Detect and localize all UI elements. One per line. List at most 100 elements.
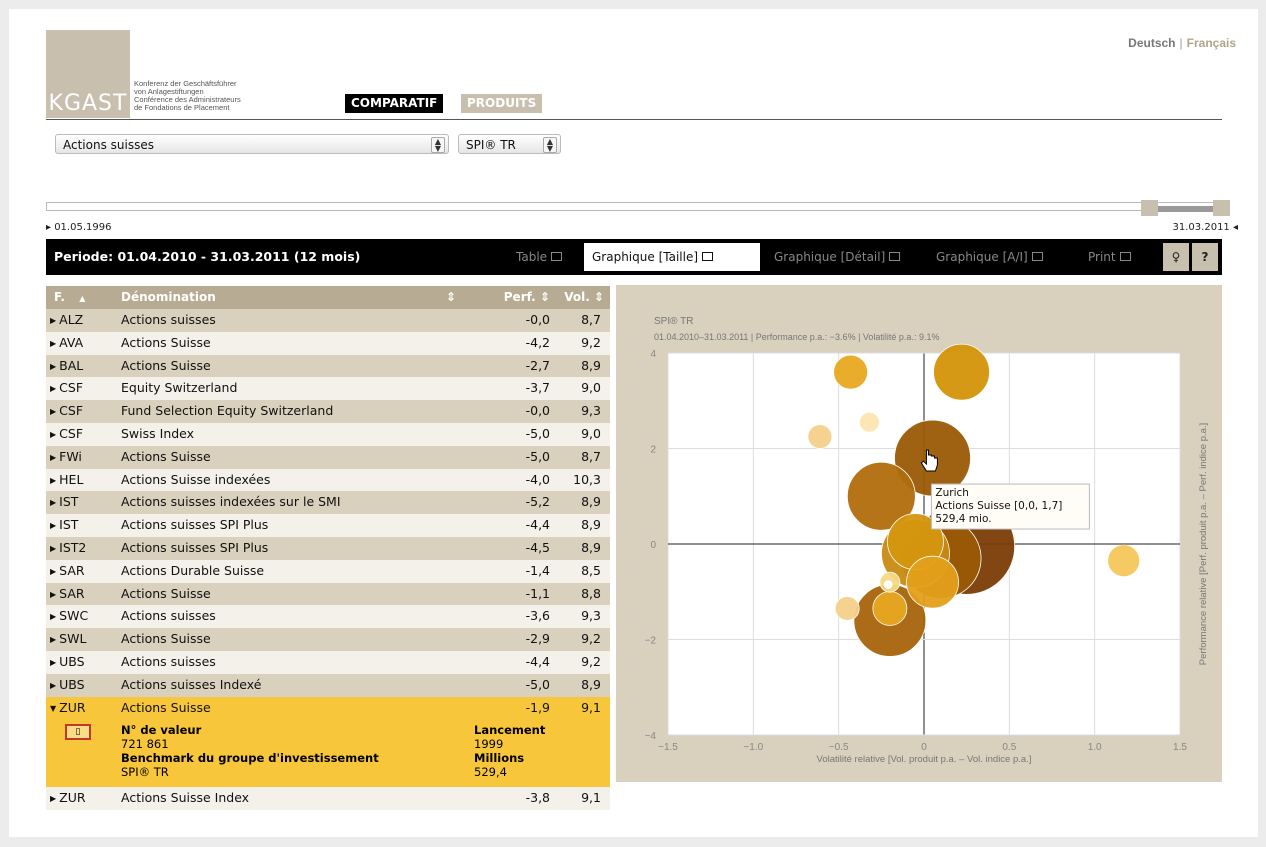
row-perf: -4,2 <box>525 334 550 350</box>
y-tick-label: 2 <box>650 445 656 456</box>
detail-value: SPI® TR <box>121 765 169 780</box>
table-row[interactable]: ▶ CSF Fund Selection Equity Switzerland -0,… <box>46 400 610 423</box>
table-row[interactable]: ▶ SWC Actions suisses -3,6 9,3 <box>46 605 610 629</box>
tab-table[interactable]: Table <box>508 243 570 271</box>
row-code: ▶ SWL <box>50 628 86 653</box>
expand-icon: ▶ <box>50 612 57 622</box>
expand-icon: ▶ <box>50 794 57 804</box>
timeline-end-handle[interactable] <box>1213 200 1230 216</box>
table-row[interactable]: ▶ BAL Actions Suisse -2,7 8,9 <box>46 354 610 378</box>
table-row[interactable]: ▶ IST2 Actions suisses SPI Plus -4,5 8,9 <box>46 536 610 562</box>
table-row[interactable]: ▶ SWL Actions Suisse -2,9 9,2 <box>46 628 610 651</box>
timeline-start-handle[interactable] <box>1141 200 1158 216</box>
table-row[interactable]: ▶ IST Actions suisses SPI Plus -4,4 8,9 <box>46 514 610 537</box>
expand-icon: ▶ <box>50 407 57 417</box>
row-vol: 8,7 <box>581 312 601 327</box>
table-row[interactable]: ▼ ZUR Actions Suisse -1,9 9,1 <box>46 696 610 722</box>
sort-icon[interactable]: ⇕ <box>446 286 456 309</box>
table-body: ▶ ALZ Actions suisses -0,0 8,7 ▶ AVA Actions Su… <box>46 309 610 722</box>
category-select[interactable]: Actions suisses ▲ ▼ <box>55 134 449 154</box>
x-tick-label: 1.0 <box>1088 742 1102 753</box>
x-tick-label: −1.0 <box>743 742 763 753</box>
x-axis-label: Volatilité relative [Vol. produit p.a. –… <box>817 754 1032 765</box>
row-perf: -1,1 <box>525 585 550 601</box>
benchmark-select[interactable]: SPI® TR ▲ ▼ <box>458 134 561 154</box>
row-code: ▼ ZUR <box>50 697 86 722</box>
tab-print[interactable]: Print <box>1080 243 1139 271</box>
table-row[interactable]: ▶ CSF Swiss Index -5,0 9,0 <box>46 422 610 446</box>
bubble-chart-panel: −1.5 −1.0 −0.5 0 0.5 1.0 1.5 4 2 0 −2 −4 SPI® TR 01.0… <box>616 285 1222 782</box>
select-arrows-icon: ▲ ▼ <box>543 137 557 153</box>
row-perf: -2,7 <box>525 357 550 373</box>
tab-graphique-taille[interactable]: Graphique [Taille] <box>584 243 760 271</box>
bubble <box>858 411 880 433</box>
help-button[interactable]: ? <box>1192 243 1218 271</box>
table-row[interactable]: ▶ ALZ Actions suisses -0,0 8,7 <box>46 309 610 332</box>
lang-link-francais[interactable]: Français <box>1187 36 1236 50</box>
row-code-text: SAR <box>59 562 85 578</box>
col-header-label: F. <box>54 290 65 304</box>
row-vol: 8,7 <box>581 448 601 464</box>
row-perf: -0,0 <box>525 312 550 327</box>
row-name: Actions Suisse <box>121 448 211 464</box>
nav-tab-produits[interactable]: PRODUITS <box>461 94 543 113</box>
table-row[interactable]: ▶ SAR Actions Durable Suisse -1,4 8,5 <box>46 559 610 583</box>
row-vol: 8,5 <box>581 562 601 578</box>
row-vol: 9,3 <box>581 403 601 419</box>
expand-icon: ▶ <box>50 429 57 439</box>
row-perf: -4,0 <box>525 471 550 487</box>
tab-graphique-detail[interactable]: Graphique [Détail] <box>766 243 908 271</box>
row-vol: 8,9 <box>581 357 601 373</box>
table-row[interactable]: ▶ CSF Equity Switzerland -3,7 9,0 <box>46 377 610 401</box>
col-header-perf[interactable]: Perf. ⇕ <box>504 286 550 309</box>
x-tick-label: 1.5 <box>1173 742 1187 753</box>
bubble-chart: −1.5 −1.0 −0.5 0 0.5 1.0 1.5 4 2 0 −2 −4 SPI® TR 01.0… <box>645 316 1209 765</box>
tab-graphique-ai[interactable]: Graphique [A/I] <box>928 243 1051 271</box>
table-row[interactable]: ▶ UBS Actions suisses -4,4 9,2 <box>46 650 610 674</box>
table-row[interactable]: ▶ SAR Actions Suisse -1,1 8,8 <box>46 582 610 606</box>
sort-up-icon: ▲ <box>79 294 86 303</box>
row-name: Actions Durable Suisse <box>121 562 265 578</box>
expand-icon: ▶ <box>50 635 57 645</box>
col-header-name[interactable]: Dénomination <box>121 286 216 309</box>
document-icon[interactable]: ▯ <box>65 724 91 741</box>
row-vol: 9,3 <box>581 608 601 624</box>
col-header-f[interactable]: F. ▲ <box>54 286 85 310</box>
row-code-text: CSF <box>59 380 84 396</box>
period-toolbar: Periode: 01.04.2010 - 31.03.2011 (12 moi… <box>46 239 1222 275</box>
table-row[interactable]: ▶ FWi Actions Suisse -5,0 8,7 <box>46 445 610 469</box>
kgast-logo[interactable]: KGAST <box>46 30 130 118</box>
row-code: ▶ IST2 <box>50 537 86 562</box>
y-tick-label: 4 <box>650 349 656 360</box>
row-code: ▶ IST <box>50 514 78 539</box>
y-tick-label: −4 <box>645 731 657 742</box>
row-vol: 8,9 <box>581 494 601 510</box>
table-row[interactable]: ▶ HEL Actions Suisse indexées -4,0 10,3 <box>46 468 610 492</box>
row-name: Actions suisses indexées sur le SMI <box>121 494 341 510</box>
tab-label: Graphique [A/I] <box>936 250 1028 264</box>
table-row[interactable]: ▶ UBS Actions suisses Indexé -5,0 8,9 <box>46 673 610 697</box>
row-code: ▶ IST <box>50 491 78 516</box>
nav-tab-comparatif[interactable]: COMPARATIF <box>345 94 444 113</box>
chart-subtitle: 01.04.2010–31.03.2011 | Performance p.a.… <box>654 332 939 342</box>
bubble <box>833 354 869 390</box>
table-row[interactable]: ▶ AVA Actions Suisse -4,2 9,2 <box>46 331 610 355</box>
table-row[interactable]: ▶ ZUR Actions Suisse Index -3,8 9,1 <box>46 787 610 811</box>
row-code-text: UBS <box>59 653 85 669</box>
timeline-end-date: 31.03.2011 ◂ <box>1172 222 1238 233</box>
lang-link-deutsch[interactable]: Deutsch <box>1128 36 1175 50</box>
table-row[interactable]: ▶ IST Actions suisses indexées sur le SMI -… <box>46 491 610 516</box>
col-header-vol[interactable]: Vol. ⇕ <box>564 286 604 309</box>
detail-value: 1999 <box>474 737 504 752</box>
row-name: Actions suisses SPI Plus <box>121 517 269 533</box>
row-name: Actions suisses SPI Plus <box>121 539 269 555</box>
select-arrows-icon: ▲ ▼ <box>431 137 445 153</box>
row-perf: -5,0 <box>525 676 550 692</box>
row-vol: 8,9 <box>581 517 601 533</box>
row-perf: -1,9 <box>525 699 550 715</box>
timeline-track[interactable] <box>46 202 1222 211</box>
row-code-text: AVA <box>59 334 84 350</box>
y-tick-label: 0 <box>650 540 656 551</box>
row-name: Actions suisses Indexé <box>121 676 262 692</box>
lightbulb-button[interactable]: ♀ <box>1163 243 1189 271</box>
